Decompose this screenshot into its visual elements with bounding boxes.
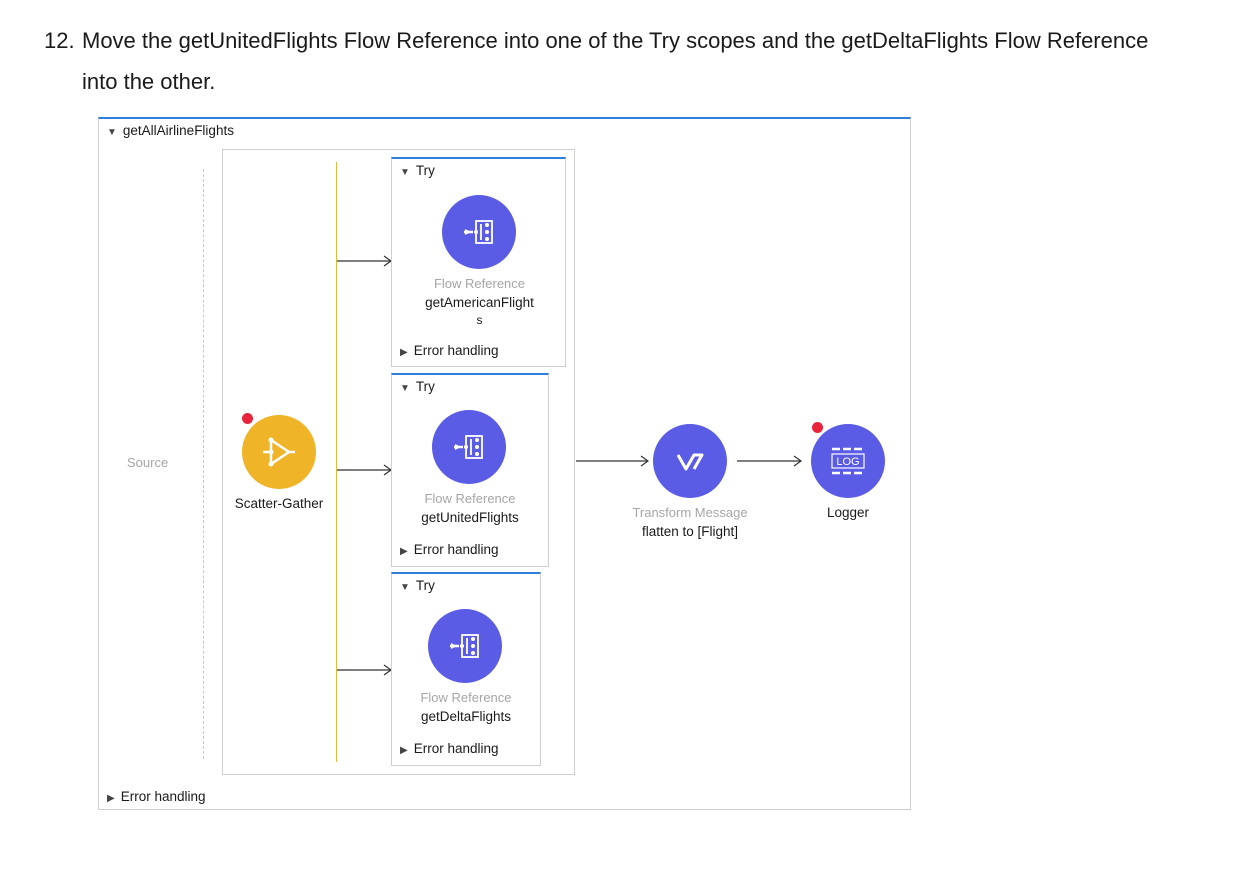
route-arrow-1 — [337, 255, 393, 267]
transform-message-node[interactable] — [653, 424, 727, 498]
flow-arrow-transform — [576, 455, 650, 467]
try-header[interactable]: ▼ Try — [400, 379, 435, 394]
flow-reference-name-wrap: s — [476, 313, 483, 327]
collapse-triangle-icon[interactable]: ▼ — [400, 582, 410, 593]
flow-header[interactable]: ▼ getAllAirlineFlights — [107, 123, 234, 138]
component-type-label: Flow Reference — [433, 276, 526, 291]
route-arrow-2 — [337, 464, 393, 476]
error-handling-label: Error handling — [413, 542, 499, 557]
transform-message-icon — [676, 453, 704, 471]
try-title: Try — [415, 578, 435, 593]
flow-reference-icon — [454, 435, 483, 459]
step-text: Move the getUnitedFlights Flow Reference… — [82, 28, 1149, 94]
try-scope-3[interactable]: ▼ Try Flow Reference getDeltaFlights ▶ Err… — [391, 572, 541, 766]
try-title: Try — [415, 379, 435, 394]
try-title: Try — [415, 163, 435, 178]
try-scope-2[interactable]: ▼ Try Flow Reference getUnitedFlights ▶ Er… — [391, 373, 549, 567]
breakpoint-icon[interactable] — [242, 413, 253, 424]
route-arrow-3 — [337, 664, 393, 676]
collapse-triangle-icon[interactable]: ▼ — [400, 167, 410, 178]
source-divider — [203, 169, 204, 759]
flow-arrow-logger — [737, 455, 803, 467]
scatter-gather-icon — [263, 437, 295, 467]
collapse-triangle-icon[interactable]: ▼ — [107, 127, 117, 138]
log-icon: LOG — [831, 447, 865, 475]
try-header[interactable]: ▼ Try — [400, 578, 435, 593]
component-type-label: Flow Reference — [420, 690, 512, 705]
flow-reference-name: getDeltaFlights — [420, 709, 512, 724]
flow-reference-node[interactable] — [442, 195, 516, 269]
collapse-triangle-icon[interactable]: ▼ — [400, 383, 410, 394]
try-error-handling[interactable]: ▶ Error handling — [400, 542, 499, 557]
expand-triangle-icon[interactable]: ▶ — [107, 793, 115, 804]
expand-triangle-icon[interactable]: ▶ — [400, 546, 408, 557]
transform-message-label: flatten to [Flight] — [641, 524, 739, 539]
flow-reference-icon — [464, 220, 493, 244]
flow-error-handling[interactable]: ▶ Error handling — [107, 789, 206, 804]
scatter-gather-node[interactable] — [242, 415, 316, 489]
error-handling-label: Error handling — [120, 789, 206, 804]
flow-canvas[interactable]: ▼ getAllAirlineFlights Source Scatter-Gat… — [98, 117, 911, 810]
breakpoint-icon[interactable] — [812, 422, 823, 433]
try-error-handling[interactable]: ▶ Error handling — [400, 741, 499, 756]
try-error-handling[interactable]: ▶ Error handling — [400, 343, 499, 358]
flow-reference-name: getAmericanFlight — [425, 295, 534, 310]
logger-label: Logger — [826, 505, 870, 520]
flow-reference-name: getUnitedFlights — [421, 510, 519, 525]
expand-triangle-icon[interactable]: ▶ — [400, 347, 408, 358]
logger-node[interactable]: LOG — [811, 424, 885, 498]
flow-name: getAllAirlineFlights — [122, 123, 234, 138]
flow-reference-node[interactable] — [432, 410, 506, 484]
source-label[interactable]: Source — [127, 455, 168, 470]
scatter-gather-label: Scatter-Gather — [234, 496, 324, 511]
error-handling-label: Error handling — [413, 741, 499, 756]
component-type-label: Flow Reference — [424, 491, 516, 506]
expand-triangle-icon[interactable]: ▶ — [400, 745, 408, 756]
error-handling-label: Error handling — [413, 343, 499, 358]
step-number: 12. — [44, 28, 75, 53]
flow-reference-node[interactable] — [428, 609, 502, 683]
try-scope-1[interactable]: ▼ Try Flow Reference getAmericanFlight s … — [391, 157, 566, 367]
log-icon-text: LOG — [836, 456, 859, 468]
flow-reference-icon — [450, 634, 479, 658]
component-type-label: Transform Message — [632, 505, 748, 520]
try-header[interactable]: ▼ Try — [400, 163, 435, 178]
